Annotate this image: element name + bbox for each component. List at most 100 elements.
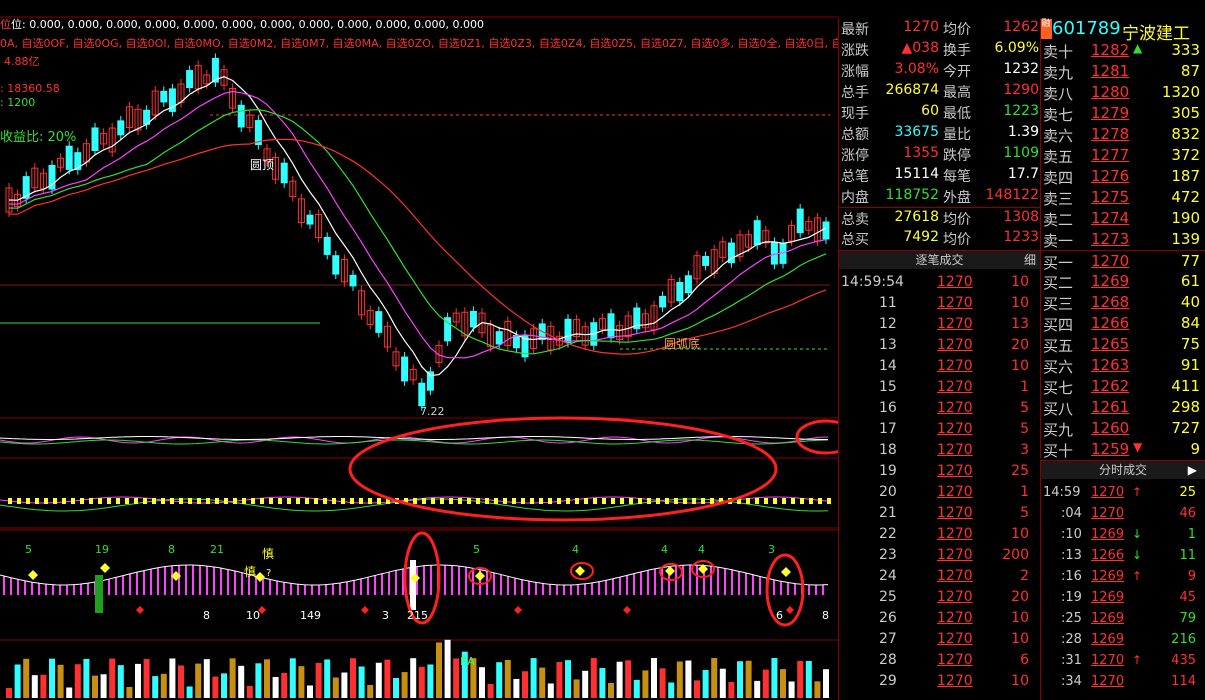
tick-price: 1270 [937, 379, 973, 395]
order-book-row[interactable]: 买四 1266 84 [1041, 313, 1205, 334]
quote-value: 1270 [903, 19, 939, 35]
quote-value: 1262 [1003, 19, 1039, 35]
quote-value: 1233 [1003, 229, 1039, 245]
order-book-row[interactable]: 买二 1269 61 [1041, 271, 1205, 292]
indicator-bar [503, 498, 507, 504]
diamond-marker [665, 566, 675, 576]
level-label: 卖十 [1043, 43, 1074, 61]
indicator-bar [287, 498, 291, 504]
tick-time: 18 [879, 442, 897, 458]
order-book-row[interactable]: 卖二 1274 190 [1041, 208, 1205, 229]
quote-label: 涨停 [841, 148, 869, 164]
candle-body [512, 335, 520, 349]
level-volume: 832 [1171, 125, 1200, 143]
order-book-row[interactable]: 买七 1262 411 [1041, 376, 1205, 397]
low-price-label: 7.22 [420, 405, 445, 418]
volume-bar [315, 663, 322, 698]
volume-bar [479, 667, 485, 698]
tick-by-tick-panel[interactable]: 逐笔成交细 14:59:54 1270 10 11 1270 10 12 1270 … [838, 250, 1040, 700]
volume-bar [126, 686, 133, 698]
tick-panel-header[interactable]: 逐笔成交 细 [839, 251, 1040, 269]
candle-body [160, 90, 168, 103]
order-book-row[interactable]: 买三 1268 40 [1041, 292, 1205, 313]
level-price: 1259 [1091, 440, 1130, 458]
quote-label: 最新 [841, 22, 869, 38]
trade-price: 1269 [1091, 590, 1125, 605]
volume-bar [31, 675, 38, 698]
level-price: 1281 [1091, 62, 1130, 80]
indicator-bar [548, 498, 552, 504]
quote-label: 均价 [943, 22, 971, 38]
indicator-bar [143, 498, 147, 504]
tick-price: 1270 [937, 568, 973, 584]
minute-trade-header[interactable]: 分时成交 ▶ [1041, 461, 1205, 479]
order-book-row[interactable]: 买十 1259 ▼ 9 [1041, 439, 1205, 460]
indicator-bar [710, 498, 714, 504]
tick-volume: 13 [1011, 316, 1029, 332]
level-volume: 187 [1171, 167, 1200, 185]
subpane-number: 5 [473, 543, 480, 556]
volume-bar [401, 672, 408, 698]
tick-row: 25 1270 20 [839, 588, 1041, 609]
level-price: 1275 [1091, 188, 1130, 206]
order-book-row[interactable]: 买一 1270 77 [1041, 250, 1205, 272]
order-book-row[interactable]: 买五 1265 75 [1041, 334, 1205, 355]
order-book-row[interactable]: 卖十 1282 ▲ 333 [1041, 40, 1205, 61]
indicator-bar [431, 498, 435, 504]
order-book-row[interactable]: 买八 1261 298 [1041, 397, 1205, 418]
volume-bar [590, 658, 597, 698]
indicator-bar [26, 498, 30, 504]
level-volume: 298 [1171, 398, 1200, 416]
tick-price: 1270 [937, 526, 973, 542]
level-label: 买七 [1043, 379, 1074, 397]
order-book-row[interactable]: 卖一 1273 139 [1041, 229, 1205, 250]
trade-time: :19 [1061, 590, 1082, 605]
double-arrow-down-icon: ▼ [1133, 440, 1143, 454]
value-1: : 18360.58 [0, 82, 60, 95]
subpane-number: 215 [407, 609, 428, 622]
volume-bar [195, 663, 202, 698]
level-volume: 84 [1180, 314, 1200, 332]
trade-time: :13 [1061, 548, 1082, 563]
trade-price: 1269 [1091, 527, 1125, 542]
chart-canvas[interactable] [0, 0, 838, 700]
order-book-row[interactable]: 卖八 1280 1320 [1041, 82, 1205, 103]
kline-chart[interactable]: 位位: 0.000, 0.000, 0.000, 0.000, 0.000, 0… [0, 0, 838, 700]
order-book-row[interactable]: 卖五 1277 372 [1041, 145, 1205, 166]
tick-price: 1270 [937, 400, 973, 416]
level-label: 买四 [1043, 316, 1074, 334]
tick-volume: 10 [1011, 631, 1029, 647]
tick-row: 11 1270 10 [839, 294, 1041, 315]
order-book-row[interactable]: 买九 1260 727 [1041, 418, 1205, 439]
indicator-bar [242, 498, 246, 504]
expand-arrow-icon[interactable]: ▶ [1188, 461, 1197, 479]
detail-button[interactable]: 细 [1024, 251, 1036, 269]
minute-trade-panel[interactable]: 分时成交 ▶ 14:59 1270 ↑ 25:04 1270 46:10 1269… [1040, 460, 1205, 700]
order-book-row[interactable]: 卖四 1276 187 [1041, 166, 1205, 187]
tick-row: 22 1270 10 [839, 525, 1041, 546]
level-label: 卖五 [1043, 148, 1074, 166]
order-book-row[interactable]: 卖九 1281 87 [1041, 61, 1205, 82]
diamond-marker [475, 571, 485, 581]
quote-value: 27618 [894, 209, 939, 225]
quote-value: 1355 [903, 145, 939, 161]
level-volume: 40 [1180, 293, 1200, 311]
indicator-bar [170, 498, 174, 504]
indicator-bar [197, 498, 201, 504]
tick-time: 16 [879, 400, 897, 416]
quote-row: 总手 266874 最高 1290 [839, 81, 1041, 102]
volume-bar [608, 682, 614, 698]
order-book-row[interactable]: 买六 1263 91 [1041, 355, 1205, 376]
order-book-row[interactable]: 卖三 1275 472 [1041, 187, 1205, 208]
tick-price: 1270 [937, 295, 973, 311]
order-book-row[interactable]: 卖六 1278 832 [1041, 124, 1205, 145]
candle-body [495, 331, 503, 345]
volume-bar [212, 676, 219, 698]
candle-body [822, 221, 830, 240]
indicator-bar [215, 498, 219, 504]
volume-bar [565, 660, 571, 698]
order-book-row[interactable]: 卖七 1279 305 [1041, 103, 1205, 124]
quote-label: 涨跌 [841, 43, 869, 59]
level-price: 1274 [1091, 209, 1130, 227]
indicator-bar [251, 498, 255, 504]
